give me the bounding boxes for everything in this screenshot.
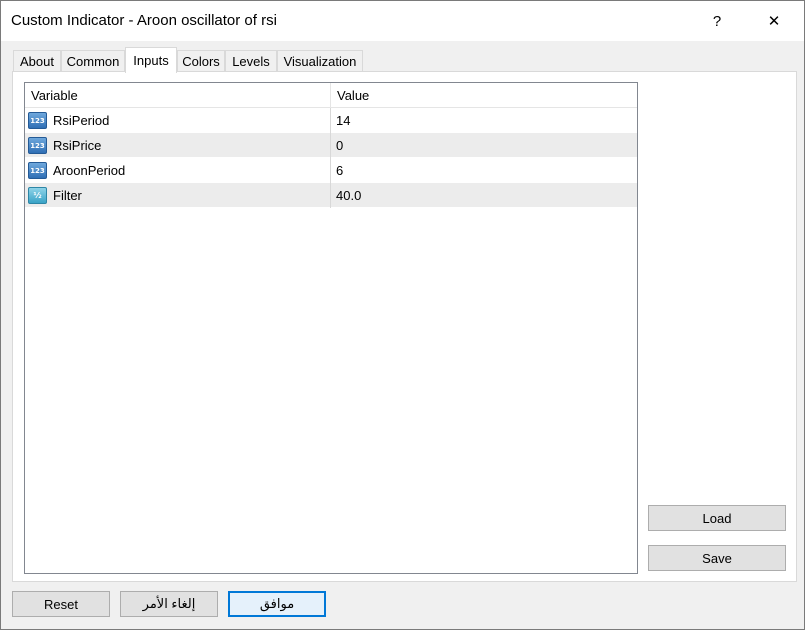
help-button[interactable]: ? (694, 7, 740, 35)
cancel-button[interactable]: إلغاء الأمر (120, 591, 218, 617)
integer-icon: 123 (28, 112, 47, 129)
integer-icon: 123 (28, 137, 47, 154)
tab-visualization[interactable]: Visualization (277, 50, 363, 72)
ok-button[interactable]: موافق (228, 591, 326, 617)
integer-icon: 123 (28, 162, 47, 179)
title-bar: Custom Indicator - Aroon oscillator of r… (1, 1, 804, 41)
column-header-variable[interactable]: Variable (25, 83, 331, 108)
inputs-grid: Variable Value 123 RsiPeriod 14 123 RsiP… (24, 82, 638, 574)
tab-levels[interactable]: Levels (225, 50, 277, 72)
load-button[interactable]: Load (648, 505, 786, 531)
table-row[interactable]: 123 RsiPeriod 14 (25, 108, 637, 133)
column-header-value[interactable]: Value (331, 83, 637, 108)
variable-value[interactable]: 0 (336, 133, 632, 158)
table-row[interactable]: 123 AroonPeriod 6 (25, 158, 637, 183)
variable-name: RsiPrice (53, 133, 331, 158)
close-button[interactable]: ✕ (751, 7, 797, 35)
tab-common[interactable]: Common (61, 50, 125, 72)
variable-value[interactable]: 40.0 (336, 183, 632, 208)
variable-value[interactable]: 14 (336, 108, 632, 133)
tab-inputs[interactable]: Inputs (125, 47, 177, 73)
double-icon: ½ (28, 187, 47, 204)
save-button[interactable]: Save (648, 545, 786, 571)
tab-about[interactable]: About (13, 50, 61, 72)
variable-value[interactable]: 6 (336, 158, 632, 183)
grid-header: Variable Value (25, 83, 637, 108)
dialog-window: Custom Indicator - Aroon oscillator of r… (0, 0, 805, 630)
window-title: Custom Indicator - Aroon oscillator of r… (11, 12, 277, 29)
reset-button[interactable]: Reset (12, 591, 110, 617)
tab-colors[interactable]: Colors (177, 50, 225, 72)
variable-name: AroonPeriod (53, 158, 331, 183)
variable-name: Filter (53, 183, 331, 208)
table-row[interactable]: ½ Filter 40.0 (25, 183, 637, 208)
variable-name: RsiPeriod (53, 108, 331, 133)
table-row[interactable]: 123 RsiPrice 0 (25, 133, 637, 158)
